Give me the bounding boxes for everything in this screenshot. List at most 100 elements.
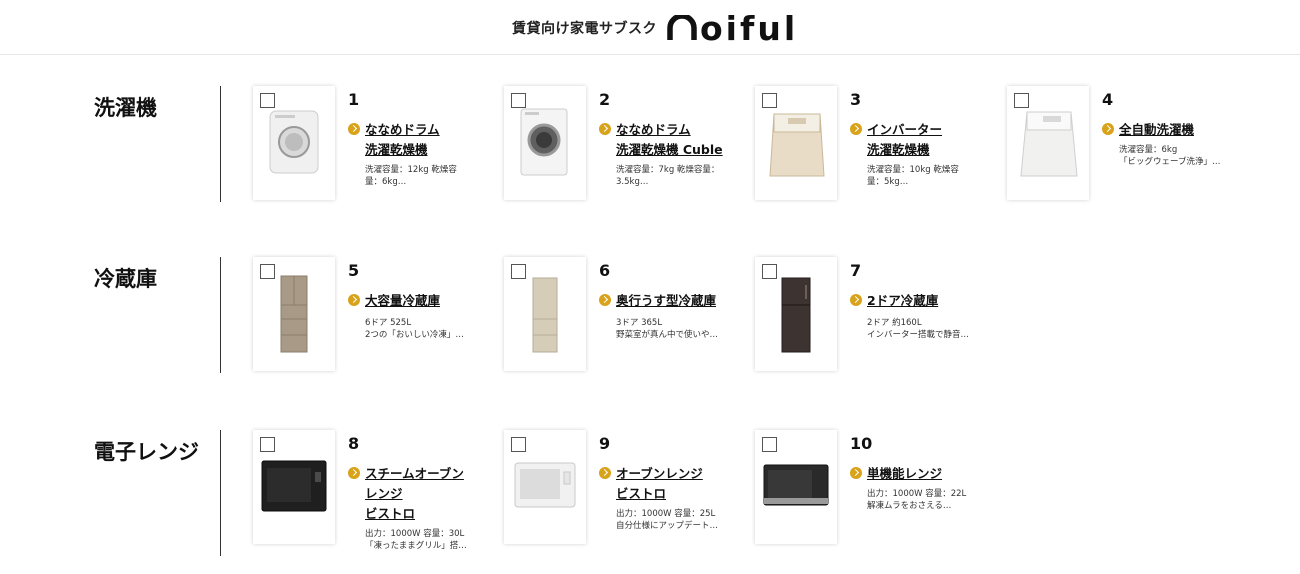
product-number: 4 <box>1102 90 1114 109</box>
category-divider <box>220 257 221 373</box>
arrow-right-icon <box>599 123 611 135</box>
arrow-right-icon <box>599 467 611 479</box>
product-name: 2ドア冷蔵庫 <box>867 293 939 308</box>
product-description: 3ドア 365L 野菜室が真ん中で使いや… <box>616 318 719 340</box>
brand-logo[interactable]: 賃貸向け家電サブスク oiful <box>512 8 798 48</box>
product-number: 5 <box>348 261 360 280</box>
site-header: 賃貸向け家電サブスク oiful <box>0 0 1300 55</box>
product-description: 出力：1000W 容量：25L 自分仕様にアップデート… <box>616 509 719 531</box>
arrow-right-icon <box>348 294 360 306</box>
product-link[interactable]: 奥行うす型冷蔵庫 <box>599 291 716 311</box>
logo-wordmark: oiful <box>667 9 798 48</box>
product-card: 6 奥行うす型冷蔵庫 3ドア 365L 野菜室が真ん中で使いや… <box>504 257 744 377</box>
product-name: 大容量冷蔵庫 <box>365 293 441 308</box>
product-card: 3 インバーター 洗濯乾燥機 洗濯容量：10kg 乾燥容 量：5kg… <box>755 86 995 206</box>
compare-checkbox[interactable] <box>260 264 275 279</box>
product-card: 7 2ドア冷蔵庫 2ドア 約160L インバーター搭載で静音… <box>755 257 995 377</box>
product-thumbnail[interactable] <box>755 430 837 544</box>
microwave-image <box>763 464 829 506</box>
compare-checkbox[interactable] <box>762 93 777 108</box>
product-number: 7 <box>850 261 862 280</box>
arrow-right-icon <box>850 294 862 306</box>
product-name: インバーター 洗濯乾燥機 <box>867 122 943 157</box>
product-name: 単機能レンジ <box>867 466 943 481</box>
compare-checkbox[interactable] <box>511 264 526 279</box>
product-card: 5 大容量冷蔵庫 6ドア 525L 2つの「おいしい冷凍」… <box>253 257 493 377</box>
product-card: 2 ななめドラム 洗濯乾燥機 Cuble 洗濯容量：7kg 乾燥容量： 3.5k… <box>504 86 744 206</box>
product-description: 出力：1000W 容量：22L 解凍ムラをおさえる… <box>867 489 967 511</box>
product-number: 10 <box>850 434 873 453</box>
product-number: 2 <box>599 90 611 109</box>
compare-checkbox[interactable] <box>1014 93 1029 108</box>
product-link[interactable]: 単機能レンジ <box>850 464 942 484</box>
category-title: 洗濯機 <box>94 96 157 120</box>
compare-checkbox[interactable] <box>511 93 526 108</box>
top-load-washer-image <box>769 113 825 177</box>
product-description: 洗濯容量：10kg 乾燥容 量：5kg… <box>867 165 959 187</box>
category-divider <box>220 86 221 202</box>
product-thumbnail[interactable] <box>755 257 837 371</box>
arrow-right-icon <box>348 123 360 135</box>
product-number: 3 <box>850 90 862 109</box>
product-name: スチームオーブン レンジ ビストロ <box>365 466 464 521</box>
category-divider <box>220 430 221 556</box>
arrow-right-icon <box>850 467 862 479</box>
product-link[interactable]: スチームオーブン レンジ ビストロ <box>348 464 464 524</box>
product-description: 6ドア 525L 2つの「おいしい冷凍」… <box>365 318 464 340</box>
compare-checkbox[interactable] <box>260 93 275 108</box>
large-fridge-image <box>280 275 308 353</box>
product-thumbnail[interactable] <box>1007 86 1089 200</box>
product-link[interactable]: 大容量冷蔵庫 <box>348 291 440 311</box>
product-link[interactable]: インバーター 洗濯乾燥機 <box>850 120 942 160</box>
product-description: 洗濯容量：7kg 乾燥容量： 3.5kg… <box>616 165 720 187</box>
product-description: 2ドア 約160L インバーター搭載で静音… <box>867 318 970 340</box>
tagline: 賃貸向け家電サブスク <box>512 21 657 37</box>
product-thumbnail[interactable] <box>253 257 335 371</box>
product-name: ななめドラム 洗濯乾燥機 Cuble <box>616 122 723 157</box>
product-name: ななめドラム 洗濯乾燥機 <box>365 122 440 157</box>
product-link[interactable]: オーブンレンジ ビストロ <box>599 464 703 504</box>
cuble-washer-image <box>520 108 568 176</box>
product-link[interactable]: 2ドア冷蔵庫 <box>850 291 938 311</box>
compare-checkbox[interactable] <box>511 437 526 452</box>
product-link[interactable]: 全自動洗濯機 <box>1102 120 1194 140</box>
arrow-right-icon <box>348 467 360 479</box>
product-name: オーブンレンジ ビストロ <box>616 466 703 501</box>
product-number: 9 <box>599 434 611 453</box>
compare-checkbox[interactable] <box>762 437 777 452</box>
product-link[interactable]: ななめドラム 洗濯乾燥機 <box>348 120 440 160</box>
auto-washer-image <box>1020 111 1078 177</box>
product-link[interactable]: ななめドラム 洗濯乾燥機 Cuble <box>599 120 723 160</box>
compare-checkbox[interactable] <box>762 264 777 279</box>
category-title: 冷蔵庫 <box>94 267 157 291</box>
product-thumbnail[interactable] <box>253 86 335 200</box>
product-number: 6 <box>599 261 611 280</box>
two-door-fridge-image <box>781 277 811 353</box>
product-number: 8 <box>348 434 360 453</box>
product-thumbnail[interactable] <box>504 430 586 544</box>
slim-fridge-image <box>532 277 558 353</box>
product-thumbnail[interactable] <box>504 257 586 371</box>
arrow-right-icon <box>850 123 862 135</box>
product-card: 1 ななめドラム 洗濯乾燥機 洗濯容量：12kg 乾燥容 量：6kg… <box>253 86 493 206</box>
arrow-right-icon <box>1102 123 1114 135</box>
product-name: 奥行うす型冷蔵庫 <box>616 293 717 308</box>
drum-washer-image <box>269 110 319 174</box>
compare-checkbox[interactable] <box>260 437 275 452</box>
product-card: 10 単機能レンジ 出力：1000W 容量：22L 解凍ムラをおさえる… <box>755 430 995 550</box>
product-card: 8 スチームオーブン レンジ ビストロ 出力：1000W 容量：30L 「凍った… <box>253 430 493 551</box>
product-thumbnail[interactable] <box>504 86 586 200</box>
product-number: 1 <box>348 90 360 109</box>
logo-text: oiful <box>700 8 799 48</box>
arrow-right-icon <box>599 294 611 306</box>
category-title: 電子レンジ <box>94 440 199 464</box>
product-card: 9 オーブンレンジ ビストロ 出力：1000W 容量：25L 自分仕様にアップデ… <box>504 430 744 550</box>
logo-roof-icon <box>667 15 697 40</box>
product-thumbnail[interactable] <box>755 86 837 200</box>
product-description: 洗濯容量：12kg 乾燥容 量：6kg… <box>365 165 457 187</box>
oven-range-image <box>514 462 576 508</box>
product-card: 4 全自動洗濯機 洗濯容量：6kg 「ビッグウェーブ洗浄」… <box>1007 86 1247 206</box>
steam-oven-image <box>261 460 327 512</box>
product-description: 洗濯容量：6kg 「ビッグウェーブ洗浄」… <box>1119 145 1221 167</box>
product-thumbnail[interactable] <box>253 430 335 544</box>
